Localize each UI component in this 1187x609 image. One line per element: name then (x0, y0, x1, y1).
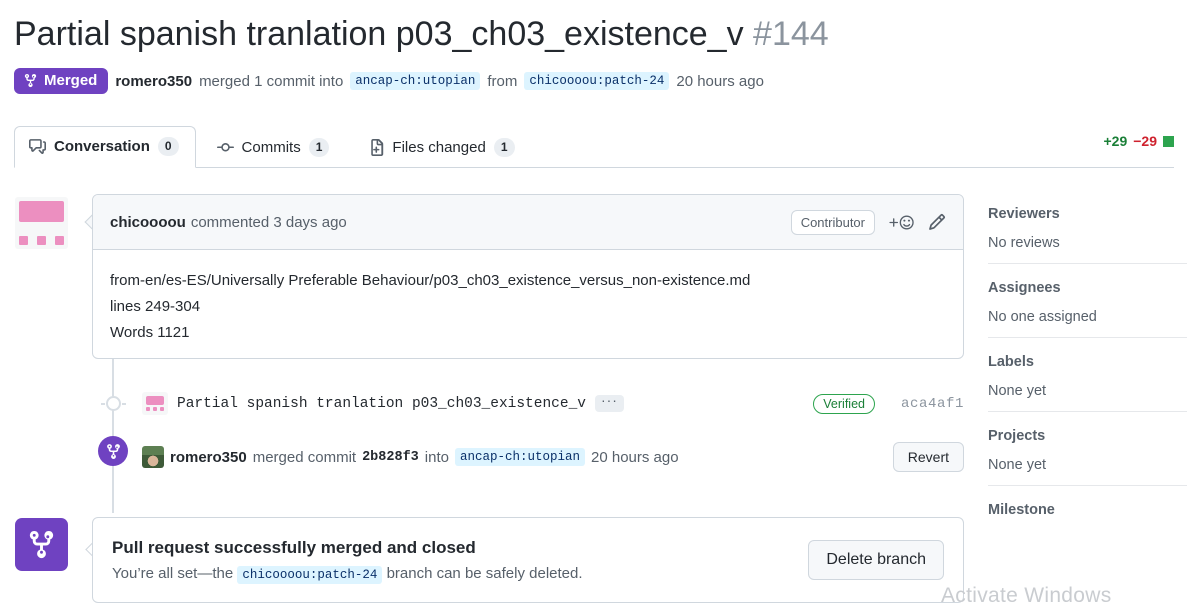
git-merge-icon (23, 73, 38, 88)
pr-number: #144 (753, 15, 829, 53)
sidebar-item-reviewers[interactable]: Reviewers No reviews (988, 206, 1187, 263)
sidebar-assignees-title: Assignees (988, 280, 1061, 296)
sidebar-item-projects[interactable]: Projects None yet (988, 411, 1187, 485)
merged-commit-row: romero350 merged commit 2b828f3 into anc… (142, 440, 964, 474)
tab-commits-count: 1 (308, 138, 330, 157)
base-branch-tag[interactable]: ancap-ch:utopian (350, 72, 481, 90)
timeline-node-icon (101, 396, 126, 411)
sidebar-reviewers-title: Reviewers (988, 206, 1060, 222)
pr-subheader: Merged romero350 merged 1 commit into an… (14, 68, 764, 94)
merge-success-card: Pull request successfully merged and clo… (92, 517, 964, 603)
merge-success-sub-before: You’re all set—the (112, 565, 234, 582)
sidebar-projects-title: Projects (988, 428, 1046, 444)
sidebar-reviewers-value: No reviews (988, 235, 1060, 251)
comment-header-actions: Contributor (790, 209, 946, 235)
diff-additions: +29 (1103, 133, 1128, 149)
avatar-placeholder-bar (19, 201, 64, 222)
merge-success-text: Pull request successfully merged and clo… (112, 538, 583, 584)
merged-text-before: merged commit (252, 448, 357, 466)
sidebar-labels-title: Labels (988, 354, 1034, 370)
tab-files-changed-label: Files changed (392, 139, 486, 156)
pencil-icon[interactable] (928, 213, 946, 231)
commit-row-meta: Verified aca4af1 (813, 393, 964, 414)
git-merge-icon (15, 518, 68, 571)
tab-conversation[interactable]: Conversation 0 (14, 126, 196, 168)
sidebar-item-milestone[interactable]: Milestone (988, 485, 1187, 543)
pr-tabbar: Conversation 0 Commits 1 Files changed 1 (14, 123, 1174, 168)
tab-conversation-count: 0 (157, 137, 179, 156)
merge-timestamp: 20 hours ago (676, 72, 764, 90)
tab-files-changed-count: 1 (493, 138, 515, 157)
merge-description: merged 1 commit into (199, 72, 344, 90)
comment-body-line-3: Words 1121 (110, 324, 190, 341)
diff-deletions: −29 (1133, 133, 1157, 149)
sidebar-item-labels[interactable]: Labels None yet (988, 337, 1187, 411)
head-branch-tag[interactable]: chicoooou:patch-24 (524, 72, 670, 90)
sidebar: Reviewers No reviews Assignees No one as… (988, 206, 1187, 543)
comment-body-line-2: lines 249-304 (110, 298, 201, 315)
merge-success-title: Pull request successfully merged and clo… (112, 538, 476, 557)
commit-row: Partial spanish tranlation p03_ch03_exis… (142, 388, 964, 419)
git-commit-icon (216, 139, 234, 156)
sidebar-labels-value: None yet (988, 383, 1047, 399)
merged-target-branch[interactable]: ancap-ch:utopian (454, 448, 586, 466)
merge-success-subtitle: You’re all set—the chicoooou:patch-24 br… (112, 565, 583, 584)
pull-request-page: Partial spanish tranlation p03_ch03_exis… (0, 0, 1187, 609)
from-label: from (487, 72, 518, 90)
commit-author-avatar[interactable] (142, 392, 168, 415)
deletable-branch-tag[interactable]: chicoooou:patch-24 (237, 566, 383, 584)
delete-branch-button[interactable]: Delete branch (808, 540, 944, 580)
avatar[interactable] (15, 197, 68, 249)
comment-body: from-en/es-ES/Universally Preferable Beh… (93, 250, 963, 358)
commit-expand-button[interactable]: ··· (594, 393, 624, 412)
sidebar-milestone-title: Milestone (988, 502, 1055, 518)
comment-author[interactable]: chicoooou (110, 214, 186, 231)
status-badge-label: Merged (44, 72, 98, 89)
diff-stat: +29 −29 (1103, 133, 1174, 149)
sidebar-item-assignees[interactable]: Assignees No one assigned (988, 263, 1187, 337)
status-badge-contributor: Contributor (790, 209, 875, 235)
windows-activation-watermark: Activate Windows (941, 584, 1112, 607)
tab-files-changed[interactable]: Files changed 1 (352, 127, 531, 168)
comment-action: commented 3 days ago (190, 213, 347, 231)
timeline-connector (112, 355, 114, 513)
status-badge: Merged (14, 68, 109, 94)
merged-commit-sha[interactable]: 2b828f3 (362, 450, 419, 465)
sidebar-projects-value: None yet (988, 457, 1047, 473)
avatar-placeholder-dots (19, 236, 64, 245)
comment-body-line-1: from-en/es-ES/Universally Preferable Beh… (110, 272, 751, 289)
avatar[interactable] (142, 446, 164, 468)
revert-button[interactable]: Revert (892, 442, 964, 472)
tab-conversation-label: Conversation (54, 138, 150, 155)
merger-username[interactable]: romero350 (115, 73, 192, 90)
pr-title-text: Partial spanish tranlation p03_ch03_exis… (14, 15, 744, 53)
sidebar-assignees-value: No one assigned (988, 309, 1097, 325)
diff-stat-block-icon (1163, 135, 1174, 147)
merge-success-sub-after: branch can be safely deleted. (386, 565, 583, 582)
commit-message[interactable]: Partial spanish tranlation p03_ch03_exis… (177, 396, 586, 412)
commit-sha[interactable]: aca4af1 (901, 396, 964, 412)
merged-timestamp: 20 hours ago (591, 448, 679, 466)
comment-header: chicoooou commented 3 days ago Contribut… (93, 195, 963, 250)
add-reaction-icon[interactable] (888, 214, 915, 231)
comment-card: chicoooou commented 3 days ago Contribut… (92, 194, 964, 359)
merged-by-username[interactable]: romero350 (170, 449, 247, 466)
page-title: Partial spanish tranlation p03_ch03_exis… (14, 8, 829, 60)
comment-discussion-icon (29, 138, 46, 155)
file-diff-icon (367, 139, 384, 156)
git-merge-circle-icon (98, 436, 128, 466)
tab-commits[interactable]: Commits 1 (202, 127, 347, 168)
tab-commits-label: Commits (241, 139, 301, 156)
status-badge-verified[interactable]: Verified (813, 393, 875, 414)
merged-text-into: into (424, 448, 449, 466)
